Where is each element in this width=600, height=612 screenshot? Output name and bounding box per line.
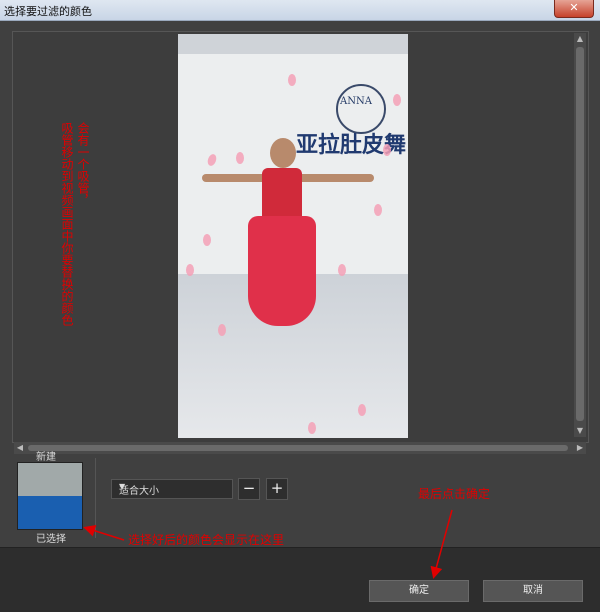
annotation-arrows xyxy=(83,509,453,579)
ok-arrow xyxy=(430,509,453,579)
swatch-arrow xyxy=(83,524,125,541)
